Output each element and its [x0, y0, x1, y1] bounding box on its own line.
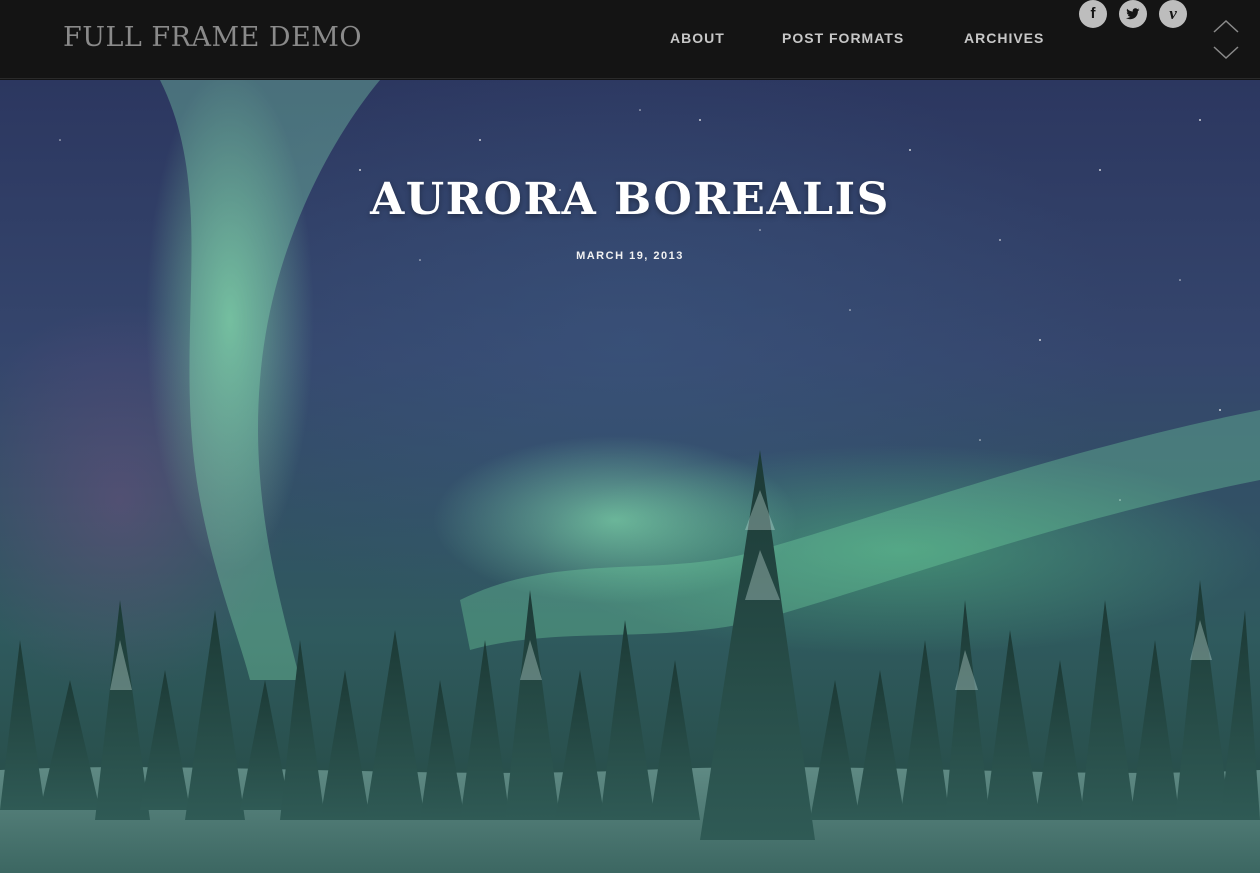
twitter-icon[interactable] — [1119, 0, 1147, 28]
facebook-icon[interactable]: f — [1079, 0, 1107, 28]
vimeo-icon[interactable]: v — [1159, 0, 1187, 28]
post-title[interactable]: AURORA BOREALIS — [0, 174, 1260, 225]
twitter-bird-icon — [1126, 8, 1140, 20]
nav-post-formats-link[interactable]: POST FORMATS — [782, 30, 904, 46]
post-date[interactable]: MARCH 19, 2013 — [0, 250, 1260, 262]
hero-image: AURORA BOREALIS MARCH 19, 2013 — [0, 80, 1260, 873]
next-post-arrow-icon[interactable] — [1213, 46, 1239, 60]
aurora-bands — [160, 80, 1260, 680]
previous-post-arrow-icon[interactable] — [1213, 19, 1239, 33]
post-navigation-arrows — [1212, 18, 1240, 62]
main-nav: ABOUT POST FORMATS ARCHIVES — [0, 30, 1260, 50]
site-header: FULL FRAME DEMO ABOUT POST FORMATS ARCHI… — [0, 0, 1260, 79]
nav-archives-link[interactable]: ARCHIVES — [964, 30, 1044, 46]
nav-about-link[interactable]: ABOUT — [670, 30, 725, 46]
